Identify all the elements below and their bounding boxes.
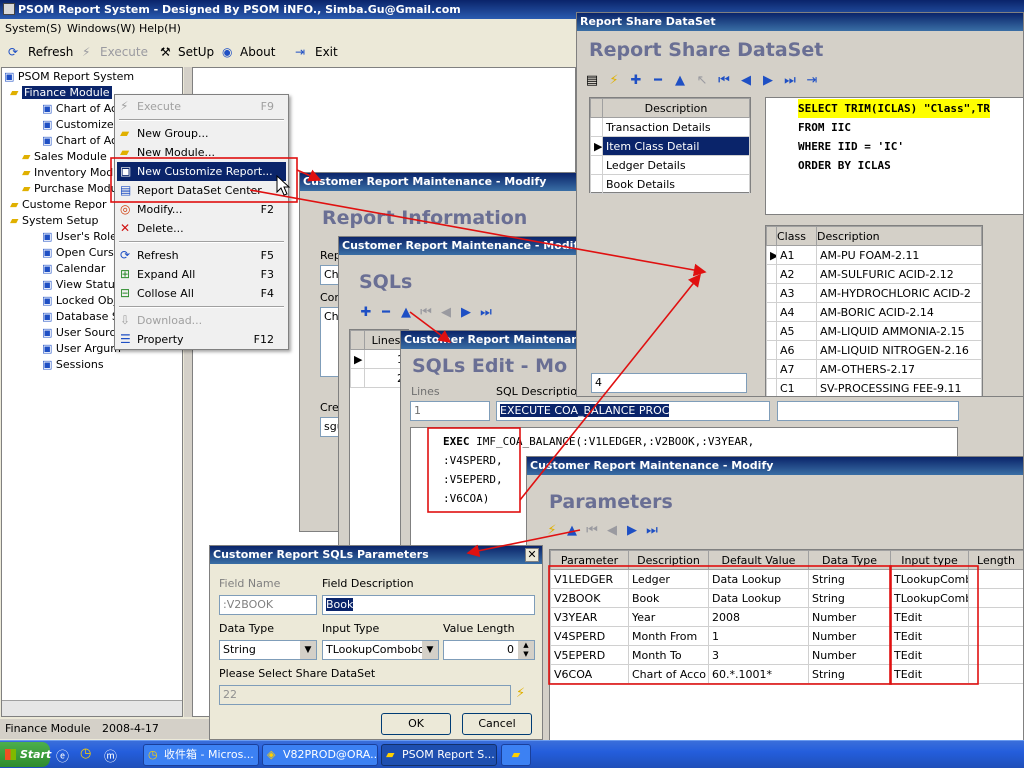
annotation-box [427,427,521,513]
annotation-box [548,565,892,685]
database-icon: ◈ [267,748,276,761]
task-button-2[interactable]: ◈ V82PROD@ORA... [262,744,378,766]
annotation-arrow [409,311,452,343]
taskbar: Start ⓔ ◷ ⓜ ◷ 收件箱 - Micros... ◈ V82PROD@OR… [0,740,1024,768]
ie-icon[interactable]: ⓔ [56,746,69,765]
windows-logo-icon [5,749,16,760]
task-button-3[interactable]: ▰ PSOM Report S... [381,744,497,766]
annotation-overlay [110,157,979,685]
messenger-icon[interactable]: ⓜ [104,746,117,765]
folder-icon: ▰ [511,748,521,761]
clock-icon[interactable]: ◷ [80,746,91,761]
folder-icon: ▰ [386,748,395,761]
cursor-icon [276,174,291,196]
task-button-1[interactable]: ◷ 收件箱 - Micros... [143,744,259,766]
annotation-arrow [466,529,581,558]
annotation-arrow [249,189,707,277]
annotation-box [110,157,298,203]
clock-icon: ◷ [148,748,158,761]
task-button-4[interactable]: ▰ [501,744,531,766]
annotation-box [889,565,979,685]
annotation-arrow [519,273,701,501]
start-button[interactable]: Start [0,742,51,767]
annotation-arrow [296,169,322,182]
